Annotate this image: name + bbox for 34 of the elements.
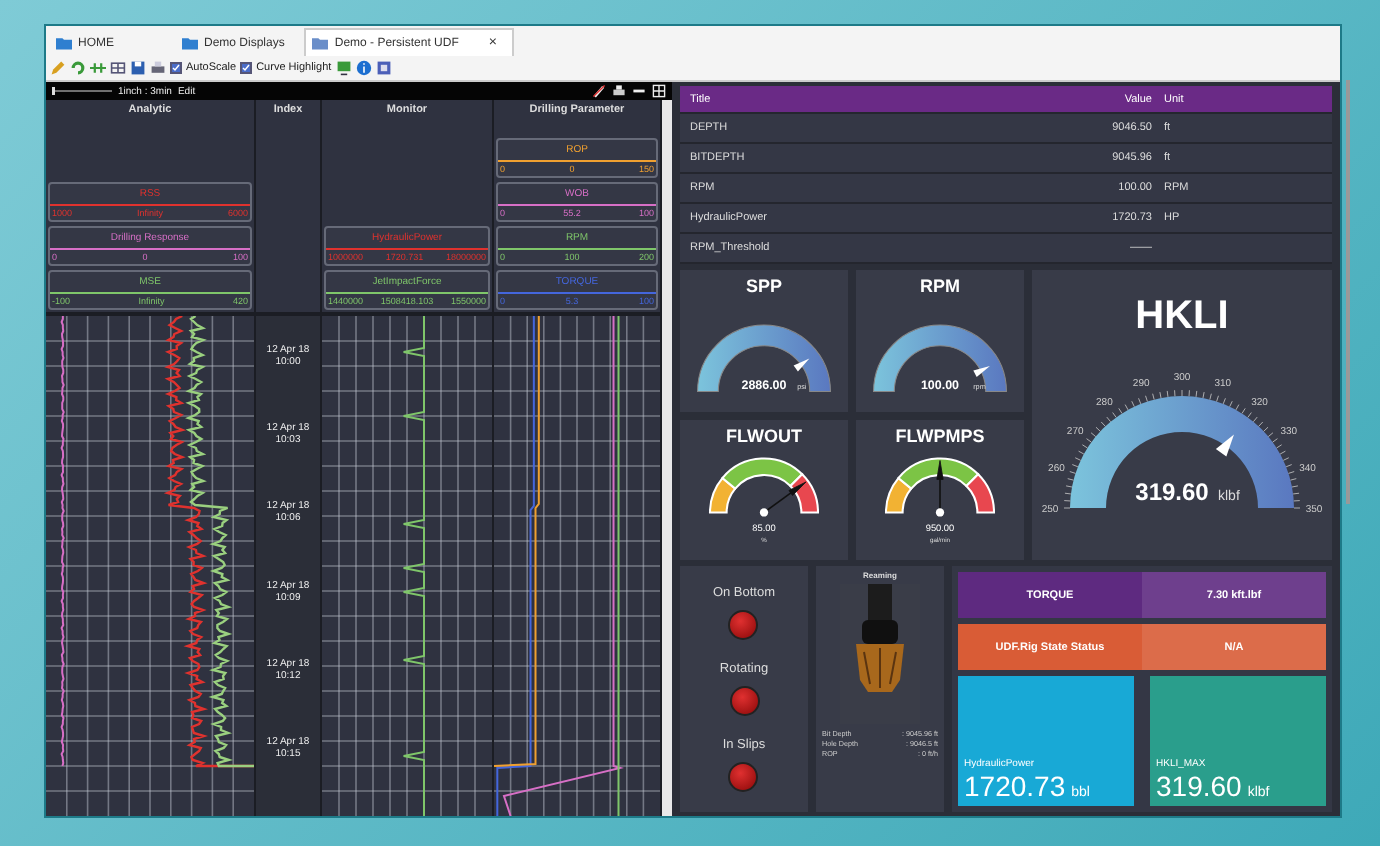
print-icon[interactable] xyxy=(612,84,626,98)
indicator-lamp xyxy=(729,685,759,716)
grid-icon[interactable] xyxy=(652,84,666,98)
gauge-title: SPP xyxy=(745,274,782,296)
minus-icon[interactable] xyxy=(632,84,646,98)
gauge-reading: 319.60 xyxy=(1135,478,1209,506)
table-icon[interactable] xyxy=(110,60,126,76)
needle-stem xyxy=(763,491,792,513)
monitor-icon[interactable] xyxy=(335,60,352,76)
folder-icon xyxy=(182,36,198,50)
indicator-lamp xyxy=(728,609,759,640)
folder-icon xyxy=(312,36,329,50)
info-icon[interactable] xyxy=(355,60,372,76)
gauge-arc xyxy=(873,324,1007,393)
gauge-title: RPM xyxy=(920,274,960,296)
tile-value: 319.60 xyxy=(1156,770,1242,802)
tile-value: 1720.73 xyxy=(964,770,1066,802)
gauge-arc xyxy=(697,324,831,393)
gauge-title: HKLI xyxy=(1135,292,1229,340)
window-icon[interactable] xyxy=(375,60,392,76)
checkbox-box[interactable] xyxy=(240,62,253,74)
gauge-hub xyxy=(759,507,769,516)
indicator-lamp xyxy=(728,762,759,793)
pencil-icon[interactable] xyxy=(592,84,606,98)
refresh-icon[interactable] xyxy=(70,60,86,76)
scrollbar[interactable] xyxy=(662,100,672,816)
needle-stem xyxy=(939,477,941,513)
gauge-title: FLWPMPS xyxy=(895,423,985,445)
zoom-slider[interactable] xyxy=(52,84,112,98)
gauge-title: FLWOUT xyxy=(726,423,802,445)
save-icon[interactable] xyxy=(130,60,146,76)
checkbox-box[interactable] xyxy=(170,62,182,74)
gauge-hub xyxy=(935,507,945,516)
folder-icon xyxy=(56,36,72,50)
